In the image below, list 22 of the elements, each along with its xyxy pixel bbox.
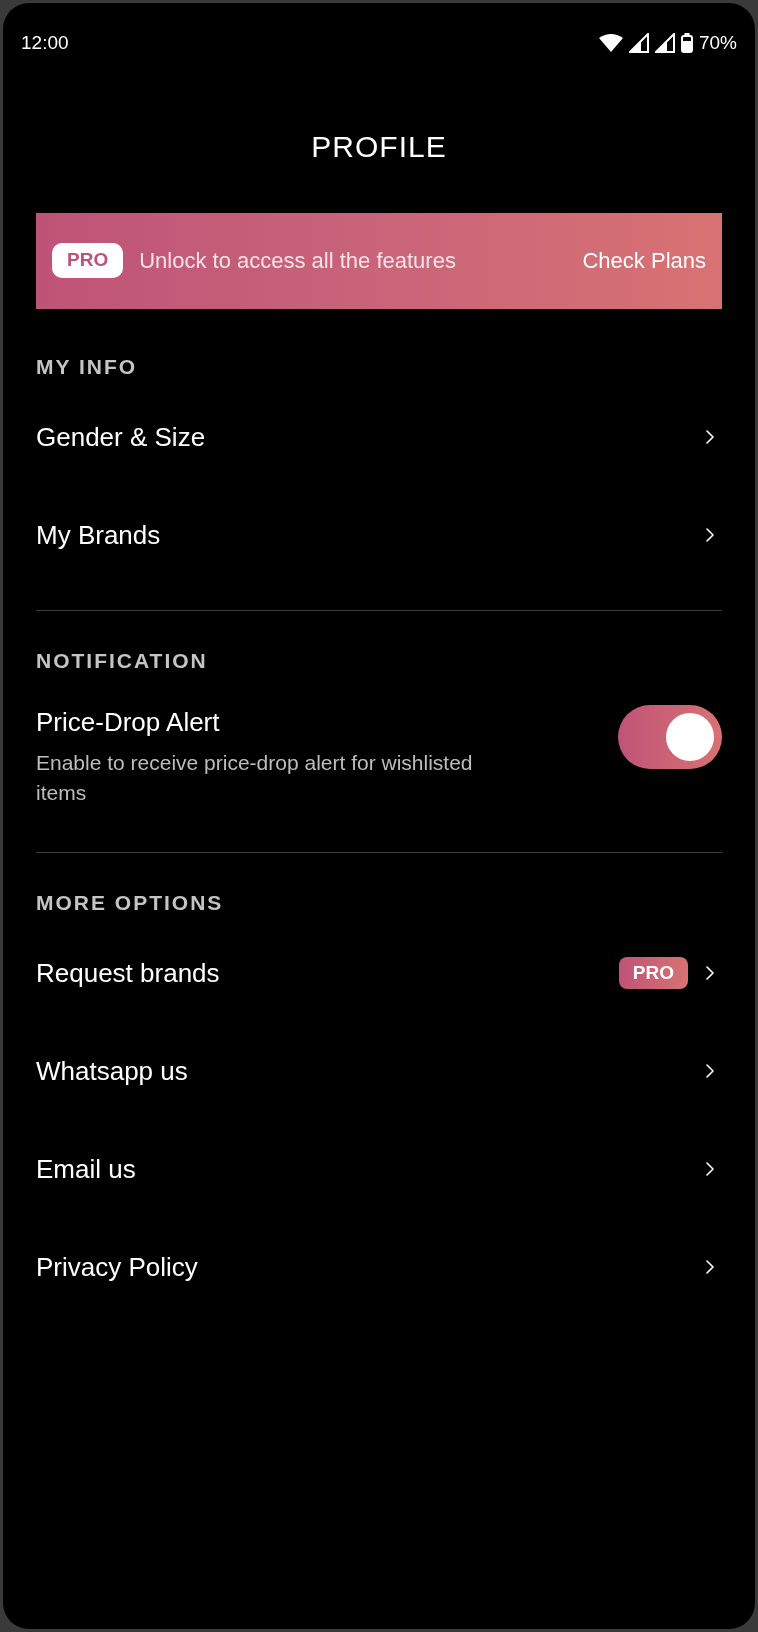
banner-text: Unlock to access all the features [139, 247, 456, 275]
menu-item[interactable]: Whatsapp us [36, 1022, 722, 1120]
section-header: MORE OPTIONS [36, 890, 224, 914]
menu-item[interactable]: Request brands PRO [36, 924, 722, 1022]
pro-badge: PRO [52, 243, 124, 278]
page-title: PROFILE [311, 128, 447, 165]
status-time: 12:00 [21, 31, 69, 55]
menu-item[interactable]: Privacy Policy [36, 1218, 722, 1316]
pro-banner[interactable]: PRO Unlock to access all the features Check Plans [36, 212, 722, 309]
setting-title: Price-Drop Alert [36, 705, 221, 739]
section-header: NOTIFICATION [36, 649, 208, 672]
menu-item[interactable]: Gender & Size [36, 388, 722, 486]
section-header: MY INFO [36, 354, 138, 378]
menu-item[interactable]: My Brands [36, 486, 722, 584]
signal-icon [628, 33, 649, 54]
wifi-icon [598, 34, 623, 53]
setting-description: Enable to receive price-drop alert for wishlisted items [36, 749, 474, 806]
battery-percentage: 70% [698, 31, 737, 55]
pro-badge: PRO [618, 956, 688, 990]
menu-item[interactable]: Email us [36, 1120, 722, 1218]
battery-icon [680, 33, 693, 54]
signal-icon [654, 33, 675, 54]
